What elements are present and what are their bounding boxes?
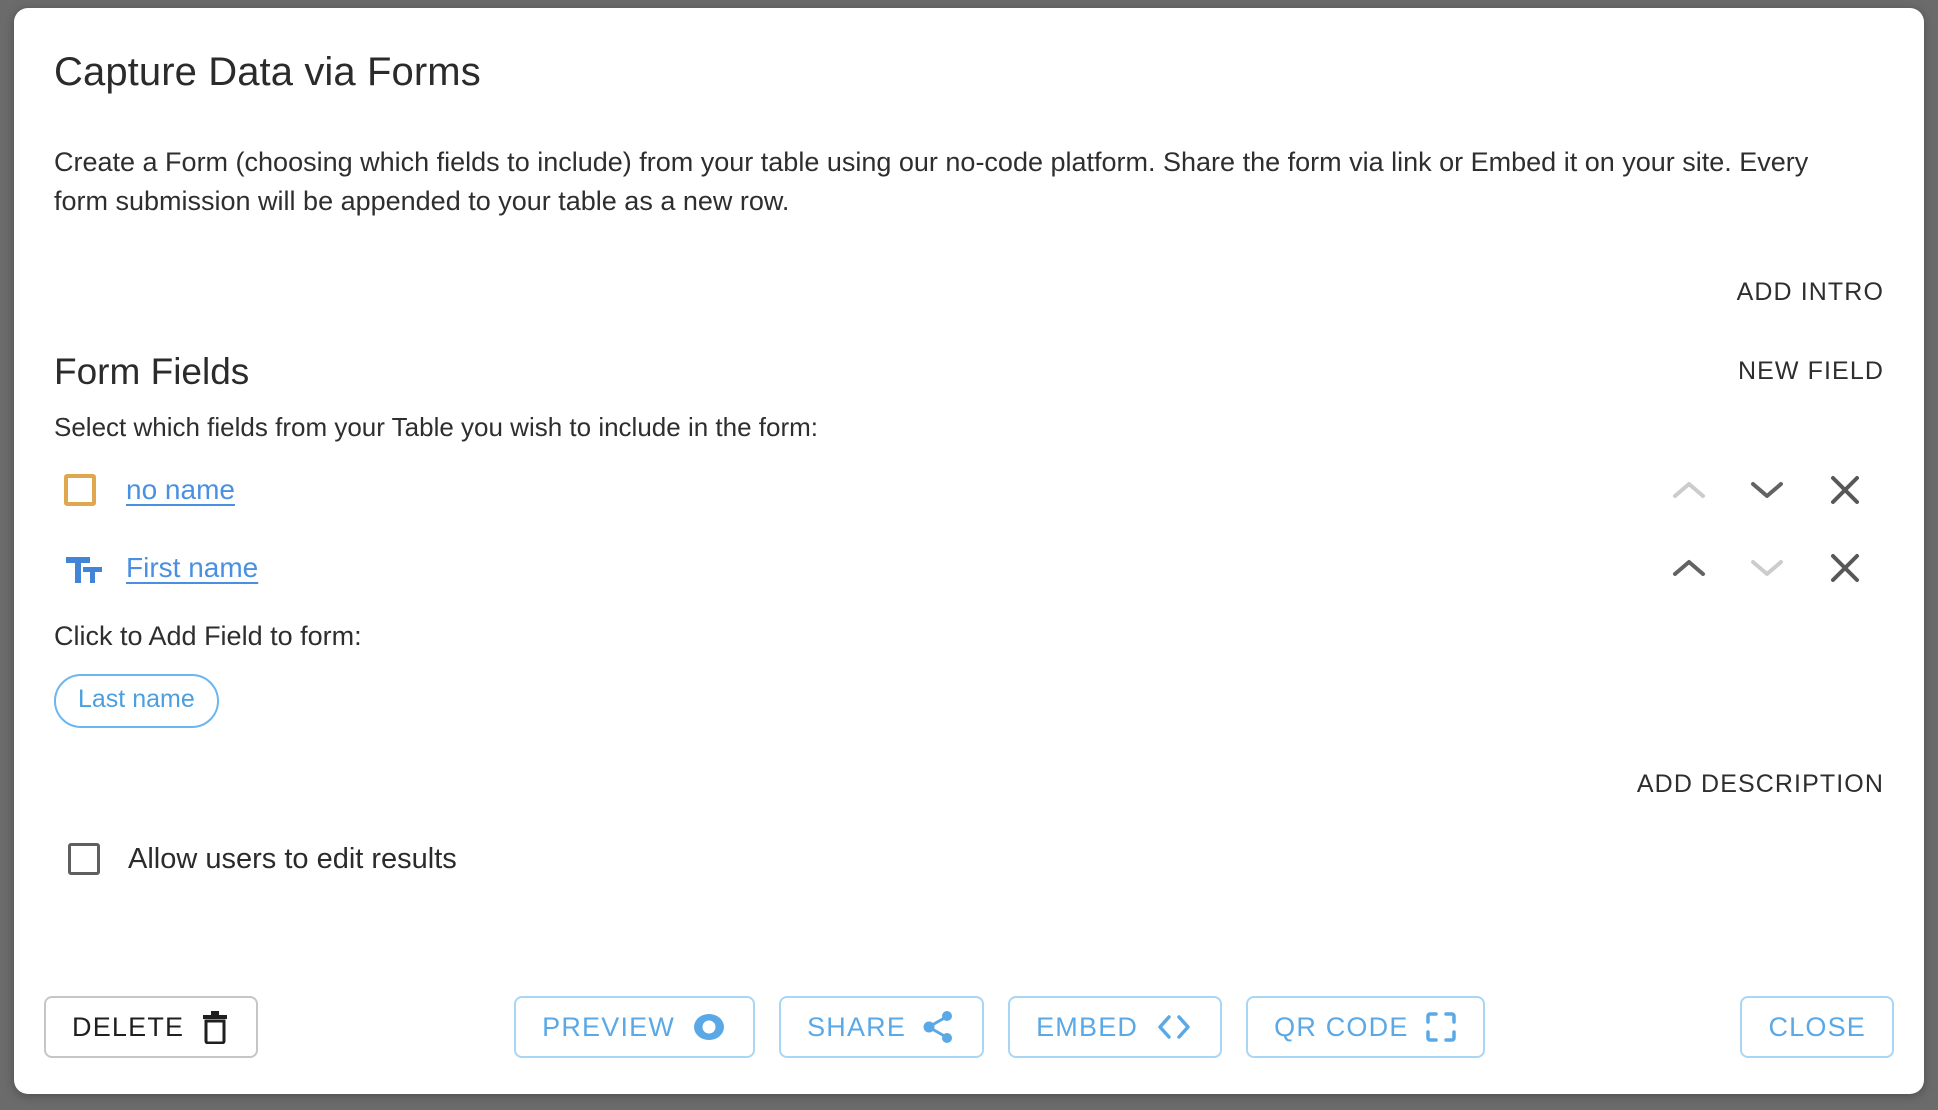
- row-controls: [1650, 542, 1884, 594]
- available-field-chip[interactable]: Last name: [54, 674, 219, 728]
- allow-edit-results-label: Allow users to edit results: [128, 842, 457, 875]
- page-title: Capture Data via Forms: [54, 50, 481, 94]
- scan-frame-icon: [1425, 1012, 1456, 1042]
- available-fields-list: Last name: [54, 652, 1884, 728]
- add-field-hint: Click to Add Field to form:: [54, 621, 362, 652]
- close-button-label: CLOSE: [1768, 1011, 1866, 1042]
- add-description-row: ADD DESCRIPTION: [54, 770, 1884, 799]
- field-name-link[interactable]: First name: [126, 552, 258, 584]
- allow-edit-results-checkbox[interactable]: [68, 843, 100, 876]
- row-controls: [1650, 464, 1884, 516]
- table-row: no name: [54, 459, 1884, 521]
- code-brackets-icon: [1158, 1015, 1190, 1039]
- dialog-body: Capture Data via Forms Create a Form (ch…: [14, 8, 1924, 974]
- text-format-icon: [66, 557, 102, 584]
- embed-button-label: EMBED: [1036, 1011, 1139, 1042]
- qr-code-button[interactable]: QR CODE: [1246, 996, 1485, 1058]
- table-row: First name: [54, 537, 1884, 599]
- checkbox-square-icon: [64, 474, 96, 507]
- add-description-button[interactable]: ADD DESCRIPTION: [54, 770, 1884, 799]
- remove-field-icon[interactable]: [1806, 542, 1884, 594]
- form-fields-header: Form Fields NEW FIELD: [54, 353, 1884, 390]
- add-intro-row: ADD INTRO: [54, 278, 1884, 307]
- embed-button[interactable]: EMBED: [1008, 996, 1223, 1058]
- toolbar-center-actions: PREVIEW SHARE EMBED QR CODE: [258, 996, 1740, 1058]
- field-name-link[interactable]: no name: [126, 474, 235, 506]
- share-button-label: SHARE: [807, 1011, 907, 1042]
- allow-edit-results-row: Allow users to edit results: [54, 843, 1884, 876]
- move-up-icon[interactable]: [1650, 542, 1728, 594]
- eye-icon: [694, 1014, 725, 1040]
- move-down-icon[interactable]: [1728, 464, 1806, 516]
- capture-data-dialog: Capture Data via Forms Create a Form (ch…: [14, 8, 1924, 1094]
- intro-description: Create a Form (choosing which fields to …: [54, 147, 1809, 216]
- trash-icon: [203, 1011, 228, 1044]
- share-icon: [923, 1011, 953, 1043]
- form-fields-title: Form Fields: [54, 351, 250, 393]
- delete-button-label: DELETE: [72, 1011, 185, 1042]
- new-field-button[interactable]: NEW FIELD: [1738, 357, 1884, 390]
- remove-field-icon[interactable]: [1806, 464, 1884, 516]
- field-type-icon-cell: [54, 474, 126, 507]
- field-type-icon-cell: [54, 551, 126, 585]
- preview-button-label: PREVIEW: [542, 1011, 676, 1042]
- share-button[interactable]: SHARE: [779, 996, 985, 1058]
- close-button[interactable]: CLOSE: [1740, 996, 1894, 1058]
- move-up-icon[interactable]: [1650, 464, 1728, 516]
- qr-code-button-label: QR CODE: [1274, 1011, 1409, 1042]
- delete-button[interactable]: DELETE: [44, 996, 259, 1058]
- dialog-toolbar: DELETE PREVIEW SHARE EMBED QR CODE CLOSE: [14, 974, 1924, 1094]
- preview-button[interactable]: PREVIEW: [514, 996, 756, 1058]
- select-fields-hint: Select which fields from your Table you …: [54, 412, 818, 443]
- add-intro-button[interactable]: ADD INTRO: [54, 278, 1884, 307]
- move-down-icon[interactable]: [1728, 542, 1806, 594]
